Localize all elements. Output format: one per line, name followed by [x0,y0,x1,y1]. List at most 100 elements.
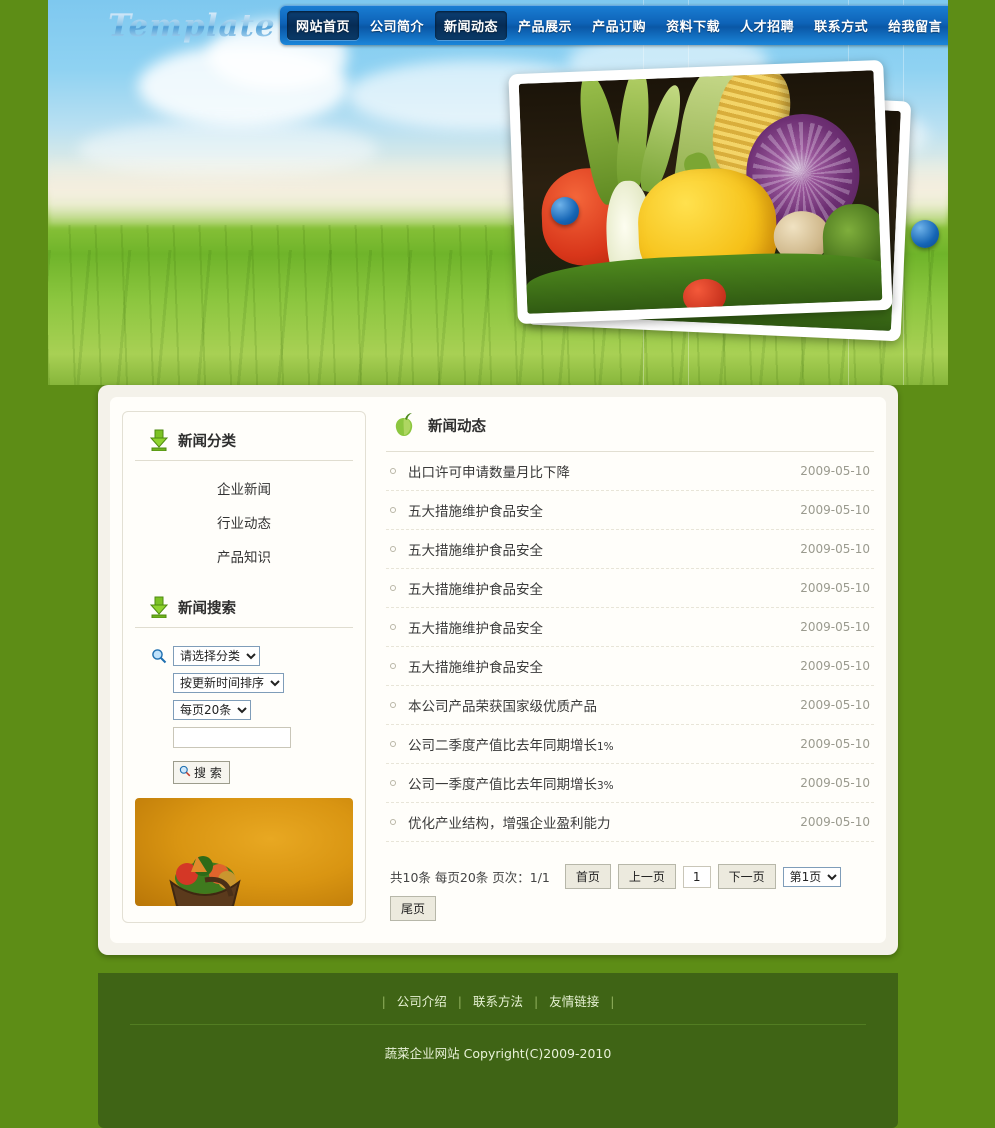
news-item-date: 2009-05-10 [800,464,870,478]
news-item-title[interactable]: 五大措施维护食品安全 [408,539,790,559]
bullet-icon [390,663,396,669]
search-button-label: 搜 索 [194,766,222,780]
nav-item-downloads[interactable]: 资料下载 [657,11,729,40]
vegetable-photo-collage [503,55,939,365]
pagination-last-button[interactable]: 尾页 [390,896,437,921]
sidebar: 新闻分类 企业新闻 行业动态 产品知识 新闻搜索 请选择分类 按更新时间排序 每… [122,411,380,925]
nav-item-about[interactable]: 公司简介 [361,11,433,40]
footer-separator: | [457,994,462,1009]
site-banner: Template 网站首页 公司简介 新闻动态 产品展示 产品订购 资料下载 人… [48,0,948,385]
news-item-title[interactable]: 五大措施维护食品安全 [408,578,790,598]
search-sort-select[interactable]: 按更新时间排序 [173,673,284,693]
news-list-item[interactable]: 公司二季度产值比去年同期增长1% 2009-05-10 [386,725,874,764]
bullet-icon [390,702,396,708]
nav-item-products[interactable]: 产品展示 [509,11,581,40]
pagination-first-button[interactable]: 首页 [564,864,611,889]
news-list-item[interactable]: 五大措施维护食品安全 2009-05-10 [386,491,874,530]
news-list-item[interactable]: 出口许可申请数量月比下降 2009-05-10 [386,452,874,491]
news-item-title[interactable]: 公司一季度产值比去年同期增长3% [408,773,790,793]
news-list-item[interactable]: 五大措施维护食品安全 2009-05-10 [386,608,874,647]
nav-item-home[interactable]: 网站首页 [287,10,360,40]
news-item-date: 2009-05-10 [800,737,870,751]
nav-item-order[interactable]: 产品订购 [583,11,655,40]
bullet-icon [390,585,396,591]
sidebar-item-enterprise-news[interactable]: 企业新闻 [217,482,271,498]
footer-copyright: 蔬菜企业网站 Copyright(C)2009-2010 [384,1046,612,1061]
footer-links: | 公司介绍 | 联系方法 | 友情链接 | [98,991,898,1024]
footer-link-contact[interactable]: 联系方法 [466,994,530,1009]
news-item-title[interactable]: 五大措施维护食品安全 [408,500,790,520]
news-list-item[interactable]: 五大措施维护食品安全 2009-05-10 [386,647,874,686]
footer-link-about[interactable]: 公司介绍 [390,994,454,1009]
footer-separator: | [533,994,539,1009]
site-logo[interactable]: Template [108,8,276,44]
news-item-date: 2009-05-10 [800,542,870,556]
bullet-icon [390,780,396,786]
pagination-current-page: 1 [682,865,711,888]
sidebar-promo-banner[interactable] [135,798,353,906]
page-title: 新闻动态 [428,418,486,435]
bullet-icon [390,468,396,474]
green-down-arrow-icon [149,429,169,452]
news-category-header: 新闻分类 [135,426,353,461]
bullet-icon [390,624,396,630]
news-list-item[interactable]: 公司一季度产值比去年同期增长3% 2009-05-10 [386,764,874,803]
footer-separator: | [610,994,615,1009]
search-icon [179,765,191,780]
news-header: 新闻动态 [386,411,874,452]
pagination-jump-select[interactable]: 第1页 [782,866,841,887]
news-item-title[interactable]: 五大措施维护食品安全 [408,656,790,676]
news-item-date: 2009-05-10 [800,698,870,712]
news-search-header: 新闻搜索 [135,593,353,628]
news-list-item[interactable]: 本公司产品荣获国家级优质产品 2009-05-10 [386,686,874,725]
search-submit-button[interactable]: 搜 索 [173,761,230,784]
news-item-date: 2009-05-10 [800,815,870,829]
vegetable-basket-icon [169,856,241,906]
news-item-title[interactable]: 出口许可申请数量月比下降 [408,461,790,481]
list-item: 产品知识 [135,539,353,573]
news-item-title[interactable]: 五大措施维护食品安全 [408,617,790,637]
list-item: 行业动态 [135,505,353,539]
news-item-date: 2009-05-10 [800,581,870,595]
main-navigation: 网站首页 公司简介 新闻动态 产品展示 产品订购 资料下载 人才招聘 联系方式 … [280,5,948,45]
bullet-icon [390,819,396,825]
bullet-icon [390,741,396,747]
sidebar-box: 新闻分类 企业新闻 行业动态 产品知识 新闻搜索 请选择分类 按更新时间排序 每… [122,411,366,923]
news-item-title[interactable]: 公司二季度产值比去年同期增长1% [408,734,790,754]
news-search-form: 请选择分类 按更新时间排序 每页20条 搜 索 [135,634,353,784]
photo-pin-left-icon [551,197,579,225]
pagination-next-button[interactable]: 下一页 [717,864,776,889]
footer-separator: | [381,994,386,1009]
news-item-title[interactable]: 本公司产品荣获国家级优质产品 [408,695,790,715]
nav-item-contact[interactable]: 联系方式 [805,11,877,40]
pagination-prev-button[interactable]: 上一页 [617,864,676,889]
search-category-select[interactable]: 请选择分类 [173,646,260,666]
search-icon [151,648,167,664]
news-category-title: 新闻分类 [178,433,236,450]
green-pear-icon [390,411,418,439]
sidebar-item-industry-trends[interactable]: 行业动态 [217,516,271,532]
nav-item-news[interactable]: 新闻动态 [435,10,508,40]
green-down-arrow-icon [149,596,169,619]
bullet-icon [390,546,396,552]
pagination-info: 共10条 每页20条 页次：1/1 [390,870,550,885]
news-item-title[interactable]: 优化产业结构，增强企业盈利能力 [408,812,790,832]
news-category-list: 企业新闻 行业动态 产品知识 [135,471,353,573]
search-pagesize-select[interactable]: 每页20条 [173,700,251,720]
news-item-date: 2009-05-10 [800,503,870,517]
content-panel: 新闻分类 企业新闻 行业动态 产品知识 新闻搜索 请选择分类 按更新时间排序 每… [98,385,898,955]
footer-link-friendly[interactable]: 友情链接 [542,994,606,1009]
news-search-title: 新闻搜索 [178,600,236,617]
news-list-item[interactable]: 五大措施维护食品安全 2009-05-10 [386,530,874,569]
nav-item-recruitment[interactable]: 人才招聘 [731,11,803,40]
list-item: 企业新闻 [135,471,353,505]
pagination: 共10条 每页20条 页次：1/1 首页 上一页 1 下一页 第1页 尾页 [386,842,874,925]
site-footer: | 公司介绍 | 联系方法 | 友情链接 | 蔬菜企业网站 Copyright(… [98,973,898,1128]
nav-item-message[interactable]: 给我留言 [879,11,948,40]
news-list-item[interactable]: 五大措施维护食品安全 2009-05-10 [386,569,874,608]
news-item-date: 2009-05-10 [800,659,870,673]
news-list-item[interactable]: 优化产业结构，增强企业盈利能力 2009-05-10 [386,803,874,842]
bullet-icon [390,507,396,513]
search-keyword-input[interactable] [173,727,291,748]
sidebar-item-product-knowledge[interactable]: 产品知识 [217,550,271,566]
